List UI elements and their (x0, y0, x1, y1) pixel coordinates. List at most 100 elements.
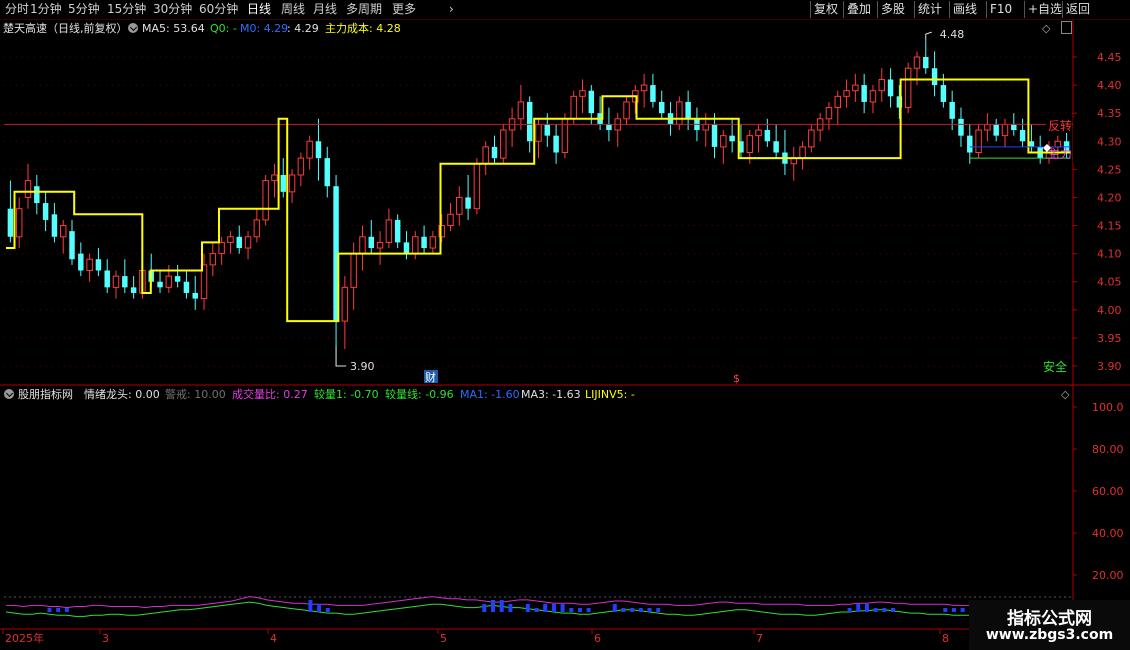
period-tab-3[interactable]: 15分钟 (107, 2, 146, 17)
price-tick-label-1: 4.40 (1097, 79, 1122, 92)
sub-l7: MA3: -1.63 (521, 388, 581, 401)
candle-body-55 (491, 146, 498, 159)
candle-body-47 (421, 236, 427, 249)
candle-body-98 (869, 90, 877, 103)
diamond-icon[interactable]: ◇ (1042, 22, 1050, 35)
candle-body-107 (949, 101, 955, 119)
price-tick-label-8: 4.05 (1097, 276, 1122, 289)
toolbar-button-1[interactable]: 叠加 (843, 1, 874, 18)
candle-body-45 (403, 242, 410, 254)
candle-body-90 (799, 146, 806, 159)
sub-l8: LIJINV5: - (585, 388, 635, 401)
candle-body-62 (553, 135, 559, 153)
candle-body-35 (315, 141, 322, 159)
sub-blue-bar-14 (560, 604, 565, 612)
sub-blue-bar-6 (482, 604, 487, 612)
sub-blue-bar-4 (317, 604, 322, 612)
candle-body-39 (350, 253, 357, 288)
candle-body-109 (967, 135, 973, 153)
candle-body-115 (1019, 130, 1026, 142)
toolbar-button-2[interactable]: 多股 (877, 1, 908, 18)
sub-blue-bar-31 (951, 608, 956, 612)
toolbar-button-7[interactable]: 返回 (1062, 1, 1093, 18)
stock-title: 楚天高速（日线,前复权） (3, 22, 128, 35)
period-tab-5[interactable]: 60分钟 (199, 2, 238, 17)
candle-body-19 (174, 276, 181, 282)
period-tab-2[interactable]: 5分钟 (68, 2, 100, 17)
toolbar-button-6[interactable]: +自选 (1024, 1, 1065, 18)
candle-body-11 (104, 270, 110, 288)
candle-body-85 (755, 129, 762, 137)
candle-body-53 (473, 163, 481, 210)
dollar-label[interactable]: $ (733, 372, 740, 385)
toolbar-button-4[interactable]: 画线 (949, 1, 980, 18)
date-label-5: 7 (756, 632, 763, 645)
date-label-4: 6 (594, 632, 601, 645)
date-label-2: 4 (270, 632, 277, 645)
sub-blue-bar-11 (534, 608, 539, 612)
candle-body-33 (297, 157, 305, 176)
period-tab-1[interactable]: 1分钟 (30, 2, 62, 17)
toolbar-button-0[interactable]: 复权 (810, 1, 841, 18)
candle-body-0 (7, 208, 14, 237)
date-label-6: 8 (942, 632, 949, 645)
candle-body-36 (324, 158, 330, 187)
candle-body-24 (218, 241, 225, 255)
candle-body-13 (122, 276, 128, 288)
sub-blue-bar-7 (491, 600, 496, 612)
candle-body-84 (746, 135, 753, 154)
chart-canvas[interactable]: 4.454.404.354.304.254.204.154.104.054.00… (0, 0, 1130, 650)
sub-purple-line (6, 596, 1067, 609)
sub-title: 股朋指标网 (18, 388, 73, 401)
toolbar-button-5[interactable]: F10 (986, 1, 1015, 18)
scroll-icon[interactable] (1061, 21, 1072, 34)
candle-body-8 (78, 253, 84, 271)
candle-body-64 (570, 95, 577, 120)
candle-body-5 (51, 214, 58, 237)
toolbar-button-3[interactable]: 统计 (914, 1, 945, 18)
period-tab-4[interactable]: 30分钟 (153, 2, 192, 17)
candle-body-32 (288, 174, 296, 193)
period-tab-10[interactable]: 更多 (392, 2, 416, 17)
candle-body-27 (244, 236, 252, 249)
period-tab-7[interactable]: 周线 (281, 2, 305, 17)
watermark: 指标公式网 www.zbgs3.com (969, 600, 1130, 650)
candle-body-30 (271, 174, 278, 182)
candle-body-31 (280, 174, 286, 192)
price-tick-label-6: 4.15 (1097, 220, 1122, 233)
sub-tick-label-1: 80.00 (1092, 443, 1124, 456)
more-chevron-icon[interactable]: › (449, 2, 454, 17)
price-tick-label-0: 4.45 (1097, 51, 1122, 64)
period-tab-6[interactable]: 日线 (247, 2, 271, 17)
candle-body-29 (262, 180, 269, 221)
candle-body-93 (825, 107, 833, 120)
candle-body-1 (15, 208, 23, 238)
candle-body-110 (975, 129, 982, 154)
anquan-label: 安全 (1043, 359, 1067, 374)
main-menu-icon[interactable] (128, 23, 138, 33)
sub-tick-label-3: 40.00 (1092, 527, 1124, 540)
candle-body-68 (606, 124, 612, 131)
candle-body-21 (192, 292, 198, 299)
candle-body-44 (394, 219, 401, 243)
candle-body-113 (1001, 123, 1009, 137)
period-tab-9[interactable]: 多周期 (346, 2, 382, 17)
candle-body-6 (59, 225, 67, 238)
period-tab-8[interactable]: 月线 (313, 2, 337, 17)
candle-body-51 (456, 196, 463, 215)
candle-body-10 (95, 259, 102, 271)
candle-body-74 (658, 101, 665, 114)
candle-body-80 (711, 124, 718, 147)
price-tick-label-5: 4.20 (1097, 191, 1122, 204)
candle-body-56 (500, 129, 507, 159)
period-tab-0[interactable]: 分时 (5, 2, 29, 17)
sub-diamond-icon[interactable]: ◇ (1061, 388, 1069, 401)
price-tick-relabel-3: 4.30 (1097, 135, 1122, 148)
candle-body-9 (86, 258, 93, 271)
high-label: 4.48 (940, 28, 965, 41)
sub-layer (4, 596, 1073, 617)
sub-menu-icon[interactable] (4, 389, 14, 399)
price-tick-label-11: 3.90 (1097, 360, 1122, 373)
candle-body-34 (306, 140, 313, 159)
candle-body-61 (544, 124, 551, 136)
